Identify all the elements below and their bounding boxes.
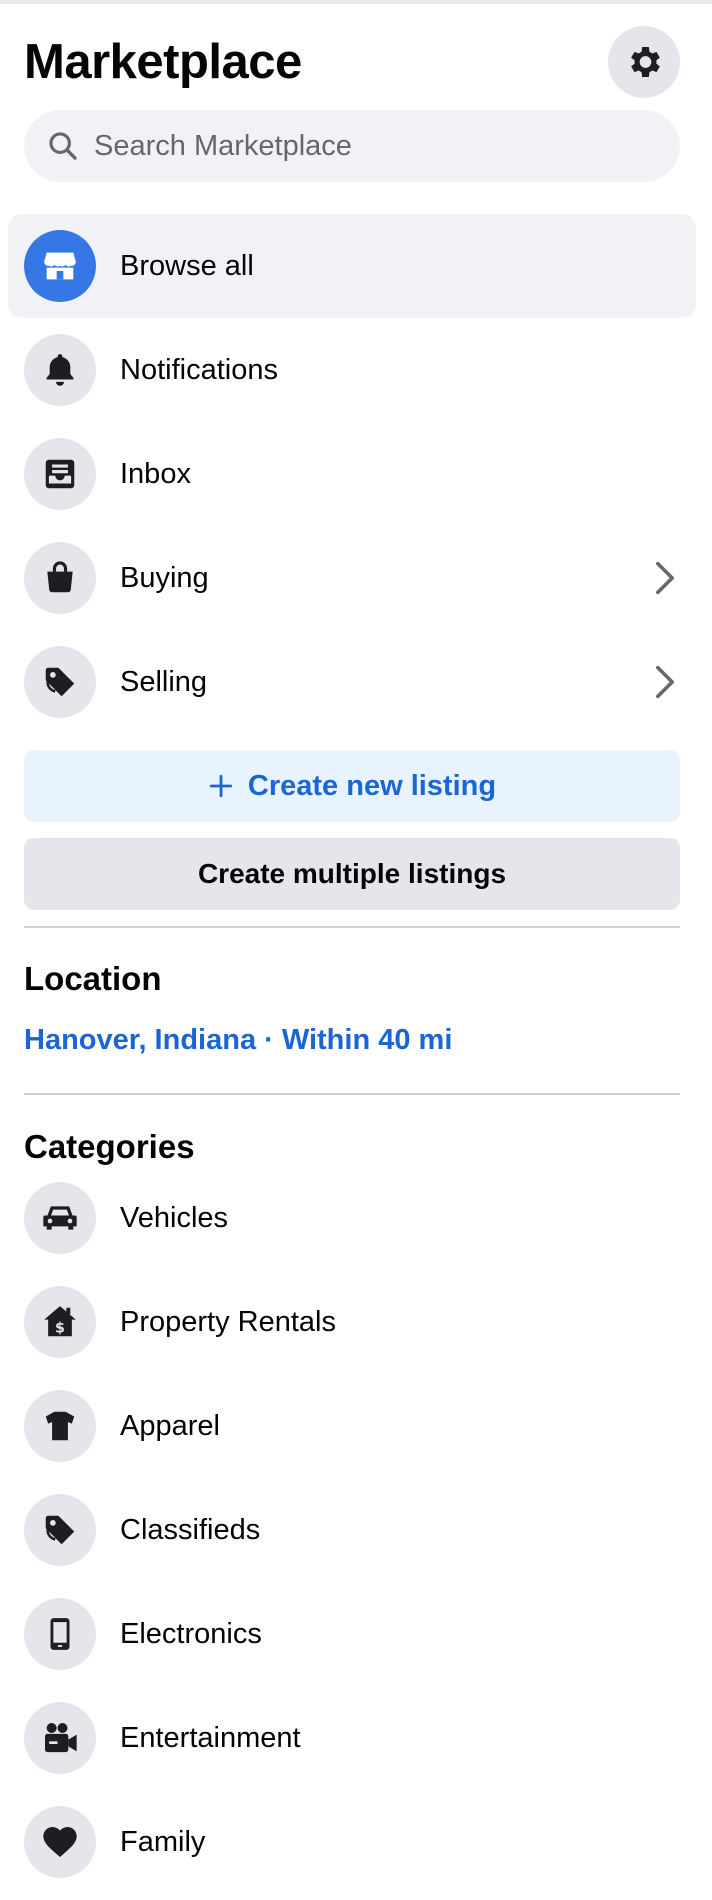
categories-section-title: Categories xyxy=(24,1128,195,1165)
category-family[interactable]: Family xyxy=(8,1790,696,1894)
category-vehicles[interactable]: Vehicles xyxy=(8,1166,696,1270)
category-label: Entertainment xyxy=(120,1721,301,1754)
category-apparel[interactable]: Apparel xyxy=(8,1374,696,1478)
divider xyxy=(24,1093,680,1095)
chevron-right-icon xyxy=(656,665,674,699)
video-camera-icon xyxy=(45,1723,77,1753)
phone-icon xyxy=(50,1618,70,1650)
settings-button[interactable] xyxy=(608,26,680,98)
price-tag-icon-circle xyxy=(24,1494,96,1566)
nav-item-inbox[interactable]: Inbox xyxy=(8,422,696,526)
create-new-listing-label: Create new listing xyxy=(247,769,497,802)
gear-icon xyxy=(631,47,660,77)
search-bar xyxy=(24,110,680,182)
category-label: Property Rentals xyxy=(120,1305,336,1338)
heart-icon-circle xyxy=(24,1806,96,1878)
location-section-title: Location xyxy=(24,960,162,997)
plus-icon xyxy=(209,774,233,798)
create-new-listing-button[interactable]: Create new listing xyxy=(24,750,680,822)
nav-item-label: Browse all xyxy=(120,249,254,282)
nav-item-notifications[interactable]: Notifications xyxy=(8,318,696,422)
shopping-bag-icon-circle xyxy=(24,542,96,614)
tshirt-icon-circle xyxy=(24,1390,96,1462)
storefront-icon xyxy=(44,252,76,280)
storefront-icon-circle xyxy=(24,230,96,302)
search-input[interactable] xyxy=(92,128,656,164)
house-dollar-icon-circle: $ xyxy=(24,1286,96,1358)
category-classifieds[interactable]: Classifieds xyxy=(8,1478,696,1582)
location-link[interactable]: Hanover, Indiana · Within 40 mi xyxy=(24,1024,452,1057)
nav-item-label: Selling xyxy=(120,665,208,698)
category-property-rentals[interactable]: $ Property Rentals xyxy=(8,1270,696,1374)
nav-item-browse-all[interactable]: Browse all xyxy=(8,214,696,318)
category-label: Family xyxy=(120,1825,206,1858)
price-tag-icon xyxy=(45,1515,75,1545)
car-icon xyxy=(43,1206,77,1230)
video-camera-icon-circle xyxy=(24,1702,96,1774)
create-multiple-listings-button[interactable]: Create multiple listings xyxy=(24,838,680,910)
heart-icon xyxy=(43,1827,77,1857)
category-electronics[interactable]: Electronics xyxy=(8,1582,696,1686)
nav-item-label: Notifications xyxy=(120,353,278,386)
price-tag-icon-circle xyxy=(24,646,96,718)
divider xyxy=(24,926,680,928)
category-label: Apparel xyxy=(120,1409,220,1442)
category-label: Classifieds xyxy=(120,1513,261,1546)
page-title: Marketplace xyxy=(24,35,302,89)
phone-icon-circle xyxy=(24,1598,96,1670)
bell-icon-circle xyxy=(24,334,96,406)
nav-item-label: Inbox xyxy=(120,457,191,490)
svg-text:$: $ xyxy=(55,1320,65,1336)
nav-item-label: Buying xyxy=(120,561,209,594)
chevron-right-icon xyxy=(656,561,674,595)
search-icon xyxy=(49,132,77,160)
top-edge-shadow xyxy=(0,0,712,4)
create-multiple-listings-label: Create multiple listings xyxy=(197,858,507,889)
tshirt-icon xyxy=(45,1411,75,1441)
bell-icon xyxy=(46,354,74,386)
nav-item-buying[interactable]: Buying xyxy=(8,526,696,630)
inbox-icon-circle xyxy=(24,438,96,510)
car-icon-circle xyxy=(24,1182,96,1254)
category-label: Electronics xyxy=(120,1617,262,1650)
shopping-bag-icon xyxy=(47,561,73,593)
category-entertainment[interactable]: Entertainment xyxy=(8,1686,696,1790)
inbox-icon xyxy=(45,459,75,489)
category-label: Vehicles xyxy=(120,1201,229,1234)
nav-item-selling[interactable]: Selling xyxy=(8,630,696,734)
house-dollar-icon: $ xyxy=(44,1306,76,1336)
marketplace-header: Marketplace xyxy=(24,26,680,98)
price-tag-icon xyxy=(45,667,75,697)
